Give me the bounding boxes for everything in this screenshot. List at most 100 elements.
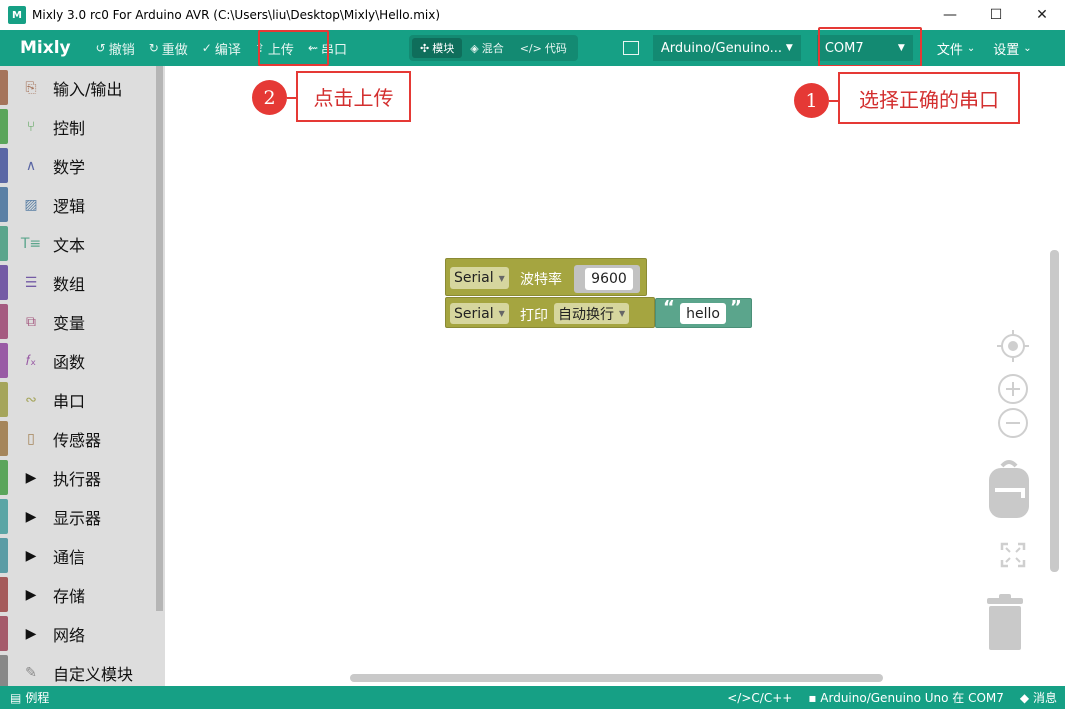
close-button[interactable]: ✕ bbox=[1019, 0, 1065, 30]
category-color-stripe bbox=[0, 304, 8, 339]
category-color-stripe bbox=[0, 70, 8, 105]
baud-rate-input[interactable]: 9600 bbox=[585, 268, 633, 290]
sidebar-category[interactable]: ⎘ 输入/输出 bbox=[0, 68, 156, 107]
sidebar-category[interactable]: ▨ 逻辑 bbox=[0, 185, 156, 224]
array-icon: ☰ bbox=[24, 274, 38, 291]
math-icon: ∧ bbox=[25, 157, 37, 174]
sidebar-category-label: 文本 bbox=[53, 235, 86, 255]
board-port-indicator[interactable]: ▪ Arduino/Genuino Uno 在 COM7 bbox=[808, 689, 1004, 706]
board-select-value: Arduino/Genuino... bbox=[660, 40, 783, 56]
serial-icon: ∾ bbox=[25, 391, 37, 408]
sidebar-scrollbar[interactable] bbox=[156, 66, 163, 611]
sidebar-category-label: 显示器 bbox=[53, 508, 102, 528]
settings-menu-label: 设置 bbox=[993, 42, 1020, 58]
chevron-down-icon: ⌄ bbox=[966, 42, 976, 54]
board-select[interactable]: Arduino/Genuino... ▼ bbox=[652, 35, 801, 61]
minimize-button[interactable]: — bbox=[927, 0, 973, 30]
category-color-stripe bbox=[0, 577, 8, 612]
file-menu[interactable]: 文件 ⌄ bbox=[937, 39, 975, 58]
step-1-callout: 选择正确的串口 bbox=[838, 72, 1020, 124]
sidebar-category-label: 存储 bbox=[53, 586, 86, 606]
port-highlight-box bbox=[818, 27, 922, 67]
mixly-logo-icon: M bbox=[8, 6, 26, 24]
examples-button[interactable]: ▤ 例程 bbox=[10, 689, 49, 706]
brand-logo[interactable]: Mixly bbox=[20, 38, 71, 58]
workspace-horizontal-scrollbar[interactable] bbox=[350, 674, 883, 682]
sidebar-category[interactable]: ✎ 自定义模块 bbox=[0, 653, 156, 686]
sidebar-category[interactable]: ▶ 显示器 bbox=[0, 497, 156, 536]
compile-button[interactable]: ✓ 编译 bbox=[195, 30, 248, 66]
sidebar-category[interactable]: ▯ 传感器 bbox=[0, 419, 156, 458]
sidebar-category[interactable]: T≡ 文本 bbox=[0, 224, 156, 263]
string-value-input[interactable]: hello bbox=[680, 303, 726, 324]
open-quote-icon: “ bbox=[663, 297, 675, 318]
print-mode-value: 自动换行 bbox=[558, 306, 614, 323]
category-color-stripe bbox=[0, 655, 8, 686]
blockly-workspace[interactable] bbox=[165, 66, 1065, 686]
step-2-badge: 2 bbox=[252, 80, 287, 115]
undo-label: 撤销 bbox=[108, 42, 135, 58]
text-icon: T≡ bbox=[20, 235, 42, 252]
message-icon: ◆ bbox=[1019, 691, 1030, 705]
caret-down-icon: ▼ bbox=[785, 43, 793, 53]
undo-icon: ↺ bbox=[95, 41, 106, 55]
layout-toggle-icon[interactable] bbox=[622, 41, 639, 55]
maximize-button[interactable]: ☐ bbox=[973, 0, 1019, 30]
sidebar-category[interactable]: ∾ 串口 bbox=[0, 380, 156, 419]
zoom-in-icon[interactable] bbox=[997, 373, 1029, 405]
category-color-stripe bbox=[0, 382, 8, 417]
serial-port-dropdown[interactable]: Serial ▼ bbox=[450, 267, 509, 289]
chevron-down-icon: ⌄ bbox=[1023, 42, 1032, 54]
serial-port-dropdown[interactable]: Serial ▼ bbox=[450, 303, 509, 324]
step-2-callout: 点击上传 bbox=[296, 71, 411, 122]
sidebar-category-label: 自定义模块 bbox=[53, 664, 134, 684]
language-indicator[interactable]: </>C/C++ bbox=[727, 691, 792, 705]
serial-port-value: Serial bbox=[454, 270, 494, 286]
puzzle-icon: ✣ bbox=[420, 41, 430, 55]
sidebar-category[interactable]: ▶ 存储 bbox=[0, 575, 156, 614]
sidebar-category[interactable]: 𝑓ₓ 函数 bbox=[0, 341, 156, 380]
workspace-vertical-scrollbar[interactable] bbox=[1050, 250, 1059, 572]
variable-icon: ⧉ bbox=[26, 313, 36, 330]
upload-highlight-box bbox=[258, 30, 329, 66]
redo-label: 重做 bbox=[161, 42, 188, 58]
sidebar-category-label: 输入/输出 bbox=[53, 79, 123, 99]
messages-button[interactable]: ◆ 消息 bbox=[1020, 689, 1057, 706]
fullscreen-icon[interactable] bbox=[1000, 542, 1026, 568]
mode-blocks-button[interactable]: ✣ 模块 bbox=[412, 38, 463, 58]
sidebar-category[interactable]: ⑂ 控制 bbox=[0, 107, 156, 146]
code-icon: </> bbox=[519, 41, 542, 55]
sidebar-category-label: 变量 bbox=[53, 313, 86, 333]
mode-blocks-label: 模块 bbox=[432, 42, 455, 55]
check-icon: ✓ bbox=[201, 41, 212, 55]
serial-port-value: Serial bbox=[454, 305, 494, 322]
status-bar: ▤ 例程 </>C/C++ ▪ Arduino/Genuino Uno 在 CO… bbox=[0, 686, 1065, 709]
category-color-stripe bbox=[0, 187, 8, 222]
dropdown-arrow-icon: ▼ bbox=[619, 309, 626, 318]
mode-mixed-button[interactable]: ◈ 混合 bbox=[462, 38, 511, 58]
backpack-icon[interactable] bbox=[987, 458, 1031, 520]
sidebar-category[interactable]: ▶ 网络 bbox=[0, 614, 156, 653]
sidebar-category[interactable]: ▶ 执行器 bbox=[0, 458, 156, 497]
messages-label: 消息 bbox=[1032, 691, 1057, 705]
redo-button[interactable]: ↻ 重做 bbox=[142, 30, 195, 66]
expand-icon: ▶ bbox=[25, 625, 37, 642]
trash-icon[interactable] bbox=[983, 592, 1027, 652]
sidebar-category-label: 网络 bbox=[53, 625, 86, 645]
sidebar-category[interactable]: ☰ 数组 bbox=[0, 263, 156, 302]
toolbox-sidebar: ⎘ 输入/输出 ⑂ 控制 ∧ 数学 ▨ 逻辑 T≡ 文本 ☰ 数组 ⧉ 变量 𝑓ₓ 函数 ∾ 串口 ▯ 传感器 ▶ 执行器… bbox=[0, 66, 165, 686]
window-title: Mixly 3.0 rc0 For Arduino AVR (C:\Users\… bbox=[32, 8, 441, 22]
sidebar-category[interactable]: ⧉ 变量 bbox=[0, 302, 156, 341]
undo-button[interactable]: ↺ 撤销 bbox=[89, 30, 142, 66]
settings-menu[interactable]: 设置 ⌄ bbox=[993, 39, 1031, 58]
logic-icon: ▨ bbox=[24, 196, 38, 213]
zoom-out-icon[interactable] bbox=[997, 407, 1029, 439]
sidebar-category-label: 函数 bbox=[53, 352, 86, 372]
sidebar-category[interactable]: ∧ 数学 bbox=[0, 146, 156, 185]
sensor-icon: ▯ bbox=[27, 430, 35, 447]
expand-icon: ▶ bbox=[25, 469, 37, 486]
mode-code-button[interactable]: </> 代码 bbox=[512, 38, 575, 58]
sidebar-category[interactable]: ▶ 通信 bbox=[0, 536, 156, 575]
print-mode-dropdown[interactable]: 自动换行 ▼ bbox=[554, 303, 630, 324]
recenter-icon[interactable] bbox=[996, 329, 1030, 363]
